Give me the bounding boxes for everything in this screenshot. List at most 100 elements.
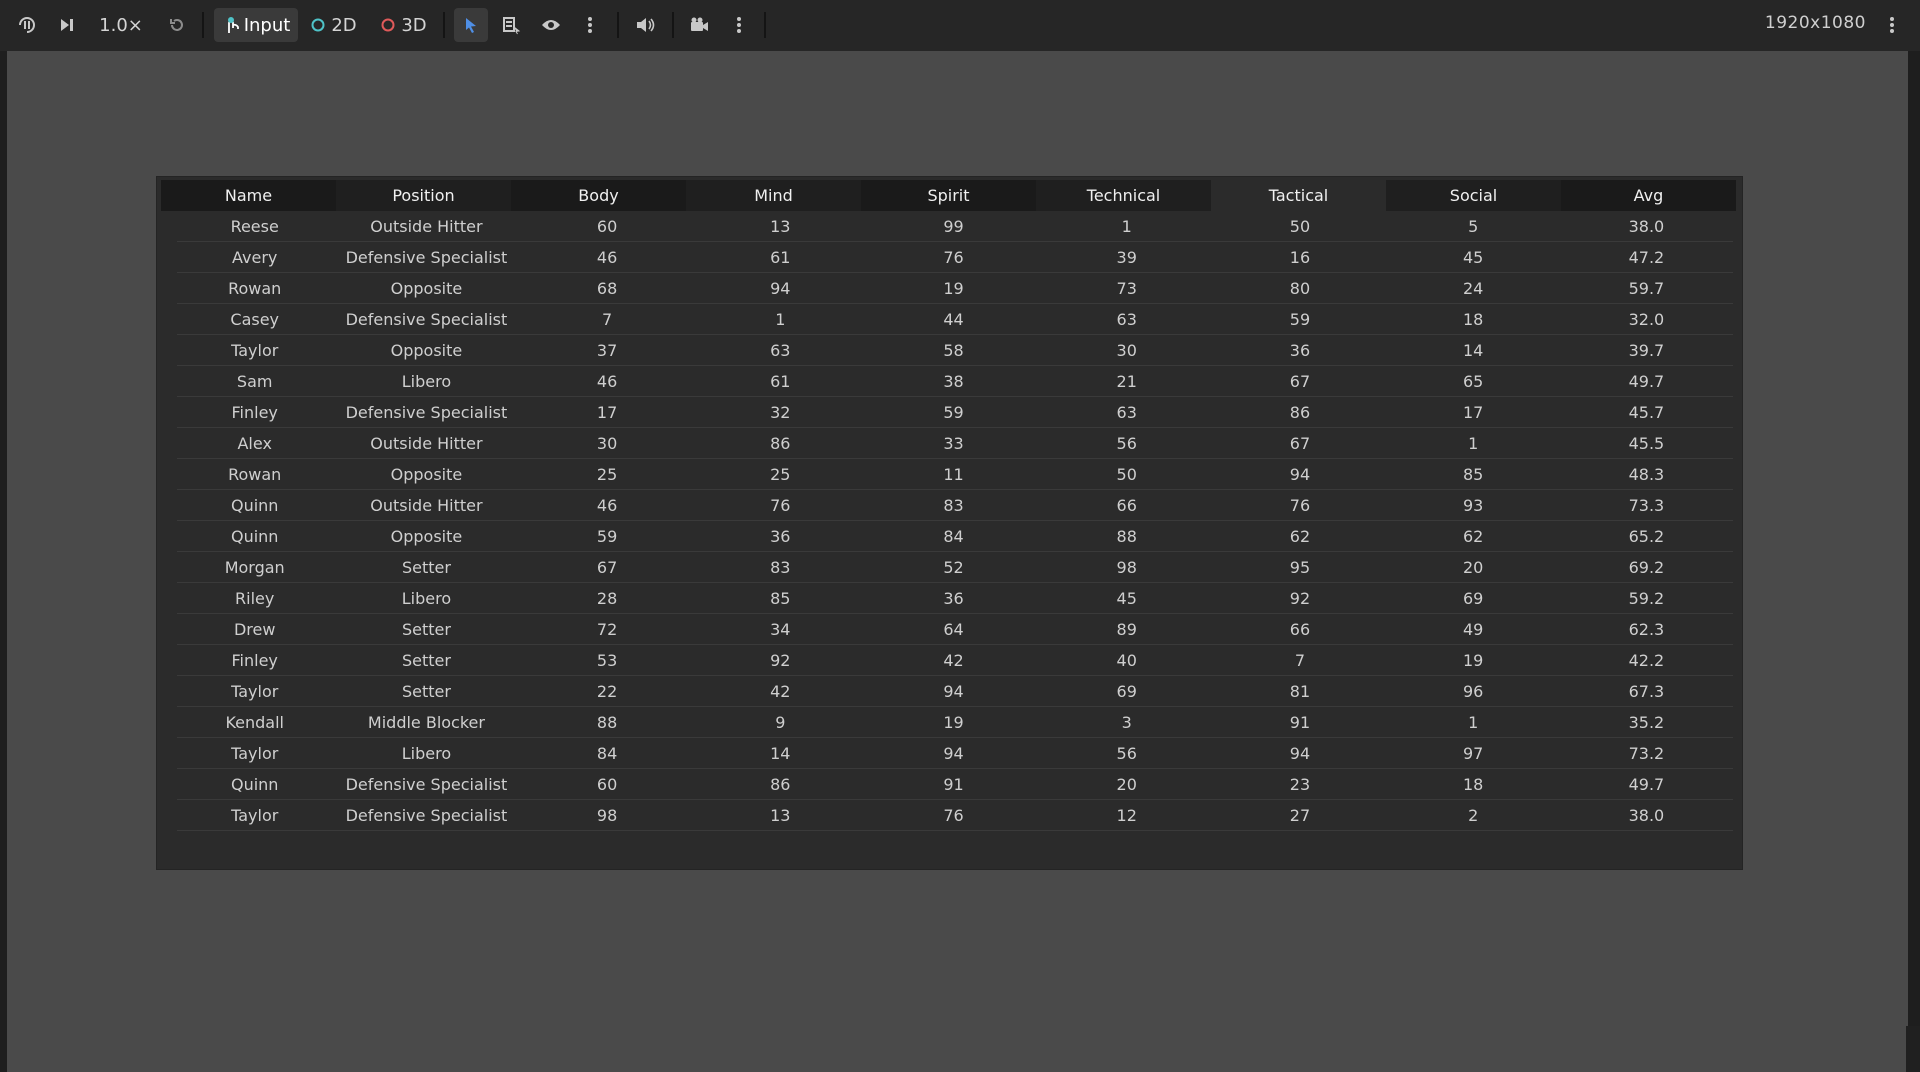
table-cell-spirit: 52 [943,557,964,577]
table-cell-avg: 45.7 [1628,402,1665,422]
table-cell-social: 93 [1462,495,1484,515]
table-cell-name: Drew [233,619,276,639]
table-cell-body: 37 [596,340,618,360]
table-cell-avg: 42.2 [1628,650,1665,670]
table-cell-body: 17 [596,402,618,422]
table-cell-technical: 63 [1116,309,1137,329]
camera-icon[interactable] [686,8,712,42]
table-cell-tactical: 86 [1289,402,1311,422]
column-header-spirit[interactable]: Spirit [861,180,1036,211]
table-cell-body: 84 [596,743,618,763]
table-cell-social: 97 [1462,743,1484,763]
table-cell-avg: 59.2 [1628,588,1665,608]
table-cell-mind: 83 [770,557,791,577]
column-header-body[interactable]: Body [511,180,686,211]
eye-icon[interactable] [538,8,564,42]
cursor-arrow-icon [466,18,476,33]
table-row: Taylor Setter 22 42 94 69 81 96 67.3 [177,676,1733,707]
column-header-name[interactable]: Name [161,180,336,211]
table-cell-name: Kendall [225,712,284,732]
table-cell-technical: 50 [1116,464,1137,484]
reset-speed-icon[interactable] [164,8,190,42]
column-header-mind[interactable]: Mind [686,180,861,211]
table-cell-avg: 73.2 [1628,743,1665,763]
table-cell-avg: 45.5 [1628,433,1665,453]
table-cell-name: Taylor [231,805,279,825]
window-menu-icon[interactable] [1880,8,1904,42]
table-cell-name: Finley [231,402,278,422]
table-header: Name Position Body Mind Spirit Technical Tacti… [161,180,1736,211]
table-row: Finley Defensive Specialist 17 32 59 63 86 17 45… [177,397,1733,428]
column-header-tactical[interactable]: Tactical [1211,180,1386,211]
table-cell-position: Defensive Specialist [345,247,508,267]
table-cell-name: Alex [237,433,272,453]
table-cell-name: Quinn [230,774,279,794]
table-cell-name: Rowan [228,278,282,298]
suspend-icon[interactable] [14,8,40,42]
column-header-technical[interactable]: Technical [1036,180,1211,211]
camera-options-icon[interactable] [727,8,751,42]
mode-2d-button[interactable]: 2D [308,8,360,42]
select-tool-button[interactable] [454,8,488,42]
table-cell-avg: 49.7 [1628,774,1665,794]
table-cell-tactical: 76 [1289,495,1311,515]
table-cell-spirit: 58 [943,340,964,360]
more-options-icon[interactable] [578,8,602,42]
input-mode-button[interactable]: Input [214,8,298,42]
table-cell-name: Quinn [230,526,279,546]
table-cell-avg: 49.7 [1628,371,1665,391]
table-row: Sam Libero 46 61 38 21 67 65 49.7 [177,366,1733,397]
table-cell-tactical: 23 [1289,774,1311,794]
table-cell-spirit: 91 [943,774,964,794]
viewport-gutter [1908,51,1920,1072]
table-cell-technical: 66 [1116,495,1137,515]
table-cell-social: 5 [1468,216,1479,236]
resize-handle[interactable] [1906,1026,1920,1072]
column-header-position[interactable]: Position [336,180,511,211]
table-cell-spirit: 83 [943,495,964,515]
table-cell-position: Setter [401,681,451,701]
table-cell-body: 22 [596,681,618,701]
table-cell-name: Riley [235,588,275,608]
table-cell-mind: 76 [770,495,791,515]
table-cell-avg: 47.2 [1628,247,1665,267]
table-cell-spirit: 59 [943,402,964,422]
toolbar-separator [202,12,204,38]
table-cell-mind: 13 [770,216,791,236]
table-cell-position: Middle Blocker [367,712,485,732]
table-cell-social: 1 [1468,433,1479,453]
table-row: Rowan Opposite 68 94 19 73 80 24 59.7 [177,273,1733,304]
column-header-avg[interactable]: Avg [1561,180,1736,211]
time-scale-button[interactable]: 1.0× [98,8,144,42]
table-row: Avery Defensive Specialist 46 61 76 39 16 45 47.… [177,242,1733,273]
table-cell-position: Outside Hitter [370,216,483,236]
table-cell-tactical: 94 [1289,464,1311,484]
toolbar-separator [617,12,619,38]
table-cell-body: 98 [596,805,618,825]
table-cell-position: Defensive Specialist [345,774,508,794]
table-cell-technical: 3 [1121,712,1132,732]
table-cell-technical: 56 [1116,743,1137,763]
table-cell-avg: 32.0 [1628,309,1665,329]
list-select-icon[interactable] [498,8,524,42]
table-cell-avg: 48.3 [1628,464,1665,484]
mode-3d-button[interactable]: 3D [378,8,430,42]
table-cell-technical: 21 [1116,371,1137,391]
table-cell-position: Libero [401,588,452,608]
table-cell-name: Casey [230,309,280,329]
table-cell-mind: 34 [770,619,791,639]
table-cell-social: 96 [1462,681,1484,701]
table-cell-spirit: 99 [943,216,964,236]
column-header-social[interactable]: Social [1386,180,1561,211]
table-cell-social: 19 [1462,650,1484,670]
speaker-icon[interactable] [632,8,658,42]
table-cell-name: Finley [231,650,278,670]
table-cell-name: Quinn [230,495,279,515]
table-cell-mind: 86 [770,774,791,794]
table-cell-technical: 56 [1116,433,1137,453]
table-cell-spirit: 19 [943,712,964,732]
table-cell-social: 65 [1462,371,1484,391]
table-cell-position: Opposite [390,526,463,546]
step-frame-icon[interactable] [54,8,80,42]
table-cell-body: 46 [596,247,618,267]
